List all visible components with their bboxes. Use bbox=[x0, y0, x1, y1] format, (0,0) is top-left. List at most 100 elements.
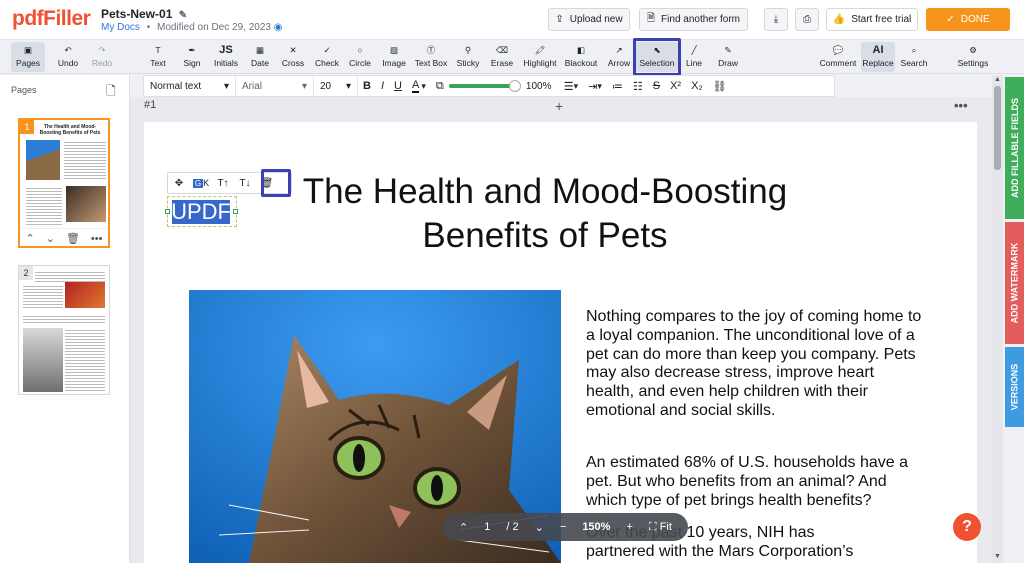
zoom-level[interactable]: 150% bbox=[582, 521, 610, 533]
bullet-list-button[interactable]: ☷ bbox=[628, 75, 648, 97]
image-tool[interactable]: ▨ Image bbox=[377, 42, 411, 72]
gear-icon: ⚙ bbox=[969, 44, 977, 55]
upload-new-button[interactable]: ⇪ Upload new bbox=[548, 8, 630, 31]
page-thumbnail-2[interactable]: 2 bbox=[18, 265, 110, 395]
resize-handle-left[interactable] bbox=[165, 209, 170, 214]
replace-tool[interactable]: AI Replace bbox=[861, 42, 895, 72]
resize-handle-right[interactable] bbox=[233, 209, 238, 214]
search-tool[interactable]: ⌕ Search bbox=[897, 42, 931, 72]
page-thumbnail-1[interactable]: 1 The Health and Mood-Boosting Benefits … bbox=[18, 118, 110, 248]
superscript-button[interactable]: X² bbox=[665, 75, 686, 97]
underline-button[interactable]: U bbox=[389, 75, 407, 97]
align-button[interactable]: ☰ ▾ bbox=[559, 75, 583, 97]
add-page-icon[interactable]: 🗋 bbox=[106, 82, 116, 103]
text-color-icon: A bbox=[411, 79, 420, 93]
document-title[interactable]: The Health and Mood-Boosting Benefits of… bbox=[275, 170, 815, 258]
scrollbar-thumb[interactable] bbox=[994, 86, 1001, 170]
add-watermark-tab[interactable]: ADD WATERMARK bbox=[1005, 222, 1024, 344]
font-family-select[interactable]: Arial ▾ bbox=[236, 75, 314, 97]
delete-page-icon[interactable]: 🗑 bbox=[66, 232, 80, 245]
cross-label: Cross bbox=[281, 58, 305, 68]
numbered-list-button[interactable]: ≔ bbox=[607, 75, 628, 97]
check-tool[interactable]: ✓ Check bbox=[310, 42, 344, 72]
pages-tool[interactable]: ▣ Pages bbox=[11, 42, 45, 72]
add-fillable-fields-tab[interactable]: ADD FILLABLE FIELDS bbox=[1005, 77, 1024, 219]
info-icon[interactable]: ◉ bbox=[274, 22, 283, 33]
sign-icon: ✒ bbox=[188, 44, 196, 55]
comment-tool[interactable]: 💬 Comment bbox=[818, 42, 858, 72]
increase-font-icon[interactable]: T↑ bbox=[212, 173, 234, 193]
find-another-form-button[interactable]: 🗎 Find another form bbox=[639, 8, 748, 31]
text-tool[interactable]: T Text bbox=[141, 42, 175, 72]
opacity-button[interactable]: ⧉ bbox=[431, 75, 449, 97]
opacity-slider-knob[interactable] bbox=[508, 80, 521, 92]
circle-label: Circle bbox=[349, 58, 371, 68]
font-size-value: 20 bbox=[320, 80, 332, 92]
app-logo[interactable]: pdfFiller bbox=[12, 7, 91, 31]
my-docs-link[interactable]: My Docs bbox=[101, 22, 140, 33]
redo-tool[interactable]: ↷ Redo bbox=[85, 42, 119, 72]
thumbnail-actions: ⌃ ⌄ 🗑 ••• bbox=[20, 228, 108, 248]
highlight-tool[interactable]: 🖍 Highlight bbox=[520, 42, 560, 72]
versions-tab[interactable]: VERSIONS bbox=[1005, 347, 1024, 427]
move-down-icon[interactable]: ⌄ bbox=[46, 232, 55, 245]
font-size-select[interactable]: 20 ▾ bbox=[314, 75, 358, 97]
paragraph-1[interactable]: Nothing compares to the joy of coming ho… bbox=[586, 308, 926, 421]
done-button[interactable]: ✓ DONE bbox=[926, 8, 1010, 31]
paragraph-3-line-2[interactable]: partnered with the Mars Corporation’s bbox=[586, 543, 926, 562]
italic-button[interactable]: I bbox=[376, 75, 389, 97]
decrease-font-icon[interactable]: T↓ bbox=[234, 173, 256, 193]
undo-label: Undo bbox=[57, 58, 79, 68]
scroll-down-icon[interactable]: ▼ bbox=[994, 553, 1001, 560]
indent-button[interactable]: ⇥ ▾ bbox=[583, 75, 607, 97]
move-icon[interactable]: ✥ bbox=[168, 173, 190, 193]
subscript-button[interactable]: X₂ bbox=[686, 75, 708, 97]
selection-tool[interactable]: ⬉ Selection bbox=[636, 42, 678, 72]
sticky-tool[interactable]: ⚲ Sticky bbox=[451, 42, 485, 72]
date-tool[interactable]: ▦ Date bbox=[243, 42, 277, 72]
fit-button[interactable]: ⛶ Fit bbox=[649, 521, 672, 534]
current-page-number[interactable]: 1 bbox=[484, 521, 490, 533]
strikethrough-button[interactable]: S bbox=[648, 75, 665, 97]
font-family-value: Arial bbox=[242, 80, 263, 92]
blackout-tool[interactable]: ◧ Blackout bbox=[563, 42, 599, 72]
paragraph-2[interactable]: An estimated 68% of U.S. households have… bbox=[586, 454, 926, 510]
help-button[interactable]: ? bbox=[953, 513, 981, 541]
replace-label: Replace bbox=[862, 58, 894, 68]
download-button[interactable]: ⤓ bbox=[764, 8, 788, 31]
add-page-plus-icon[interactable]: + bbox=[555, 98, 563, 114]
circle-icon: ○ bbox=[357, 45, 363, 55]
edit-name-icon[interactable]: ✎ bbox=[179, 10, 187, 21]
move-up-icon[interactable]: ⌃ bbox=[26, 232, 35, 245]
circle-tool[interactable]: ○ Circle bbox=[343, 42, 377, 72]
cross-tool[interactable]: ✕ Cross bbox=[276, 42, 310, 72]
previous-page-icon[interactable]: ⌃ bbox=[459, 521, 468, 534]
text-color-icon[interactable]: GK bbox=[190, 173, 212, 193]
erase-tool[interactable]: ⌫ Erase bbox=[485, 42, 519, 72]
next-page-icon[interactable]: ⌄ bbox=[535, 521, 544, 534]
more-options-icon[interactable]: ••• bbox=[91, 233, 103, 245]
zoom-in-icon[interactable]: + bbox=[626, 521, 632, 533]
draw-tool[interactable]: ✎ Draw bbox=[711, 42, 745, 72]
text-color-button[interactable]: A ▾ bbox=[407, 75, 431, 97]
textbox-tool[interactable]: Ⓣ Text Box bbox=[413, 42, 449, 72]
document-name[interactable]: Pets-New-01 ✎ bbox=[101, 7, 187, 21]
scroll-up-icon[interactable]: ▲ bbox=[994, 76, 1001, 83]
settings-tool[interactable]: ⚙ Settings bbox=[955, 42, 991, 72]
page-menu-icon[interactable]: ••• bbox=[954, 98, 968, 113]
opacity-slider[interactable] bbox=[448, 75, 521, 97]
start-free-trial-button[interactable]: 👍 Start free trial bbox=[826, 8, 918, 31]
link-button[interactable]: ⛓ bbox=[708, 75, 732, 97]
updf-text-box[interactable]: UPDF bbox=[171, 199, 231, 224]
line-tool[interactable]: ╱ Line bbox=[677, 42, 711, 72]
document-name-text[interactable]: Pets-New-01 bbox=[101, 7, 172, 21]
bold-button[interactable]: B bbox=[358, 75, 376, 97]
initials-tool[interactable]: JS Initials bbox=[209, 42, 243, 72]
print-button[interactable]: ⎙ bbox=[795, 8, 819, 31]
text-style-select[interactable]: Normal text ▾ bbox=[144, 75, 236, 97]
bullet-list-icon: ☷ bbox=[632, 80, 643, 93]
arrow-tool[interactable]: ↗ Arrow bbox=[602, 42, 636, 72]
sign-tool[interactable]: ✒ Sign bbox=[175, 42, 209, 72]
zoom-out-icon[interactable]: − bbox=[560, 521, 566, 533]
undo-tool[interactable]: ↶ Undo bbox=[51, 42, 85, 72]
